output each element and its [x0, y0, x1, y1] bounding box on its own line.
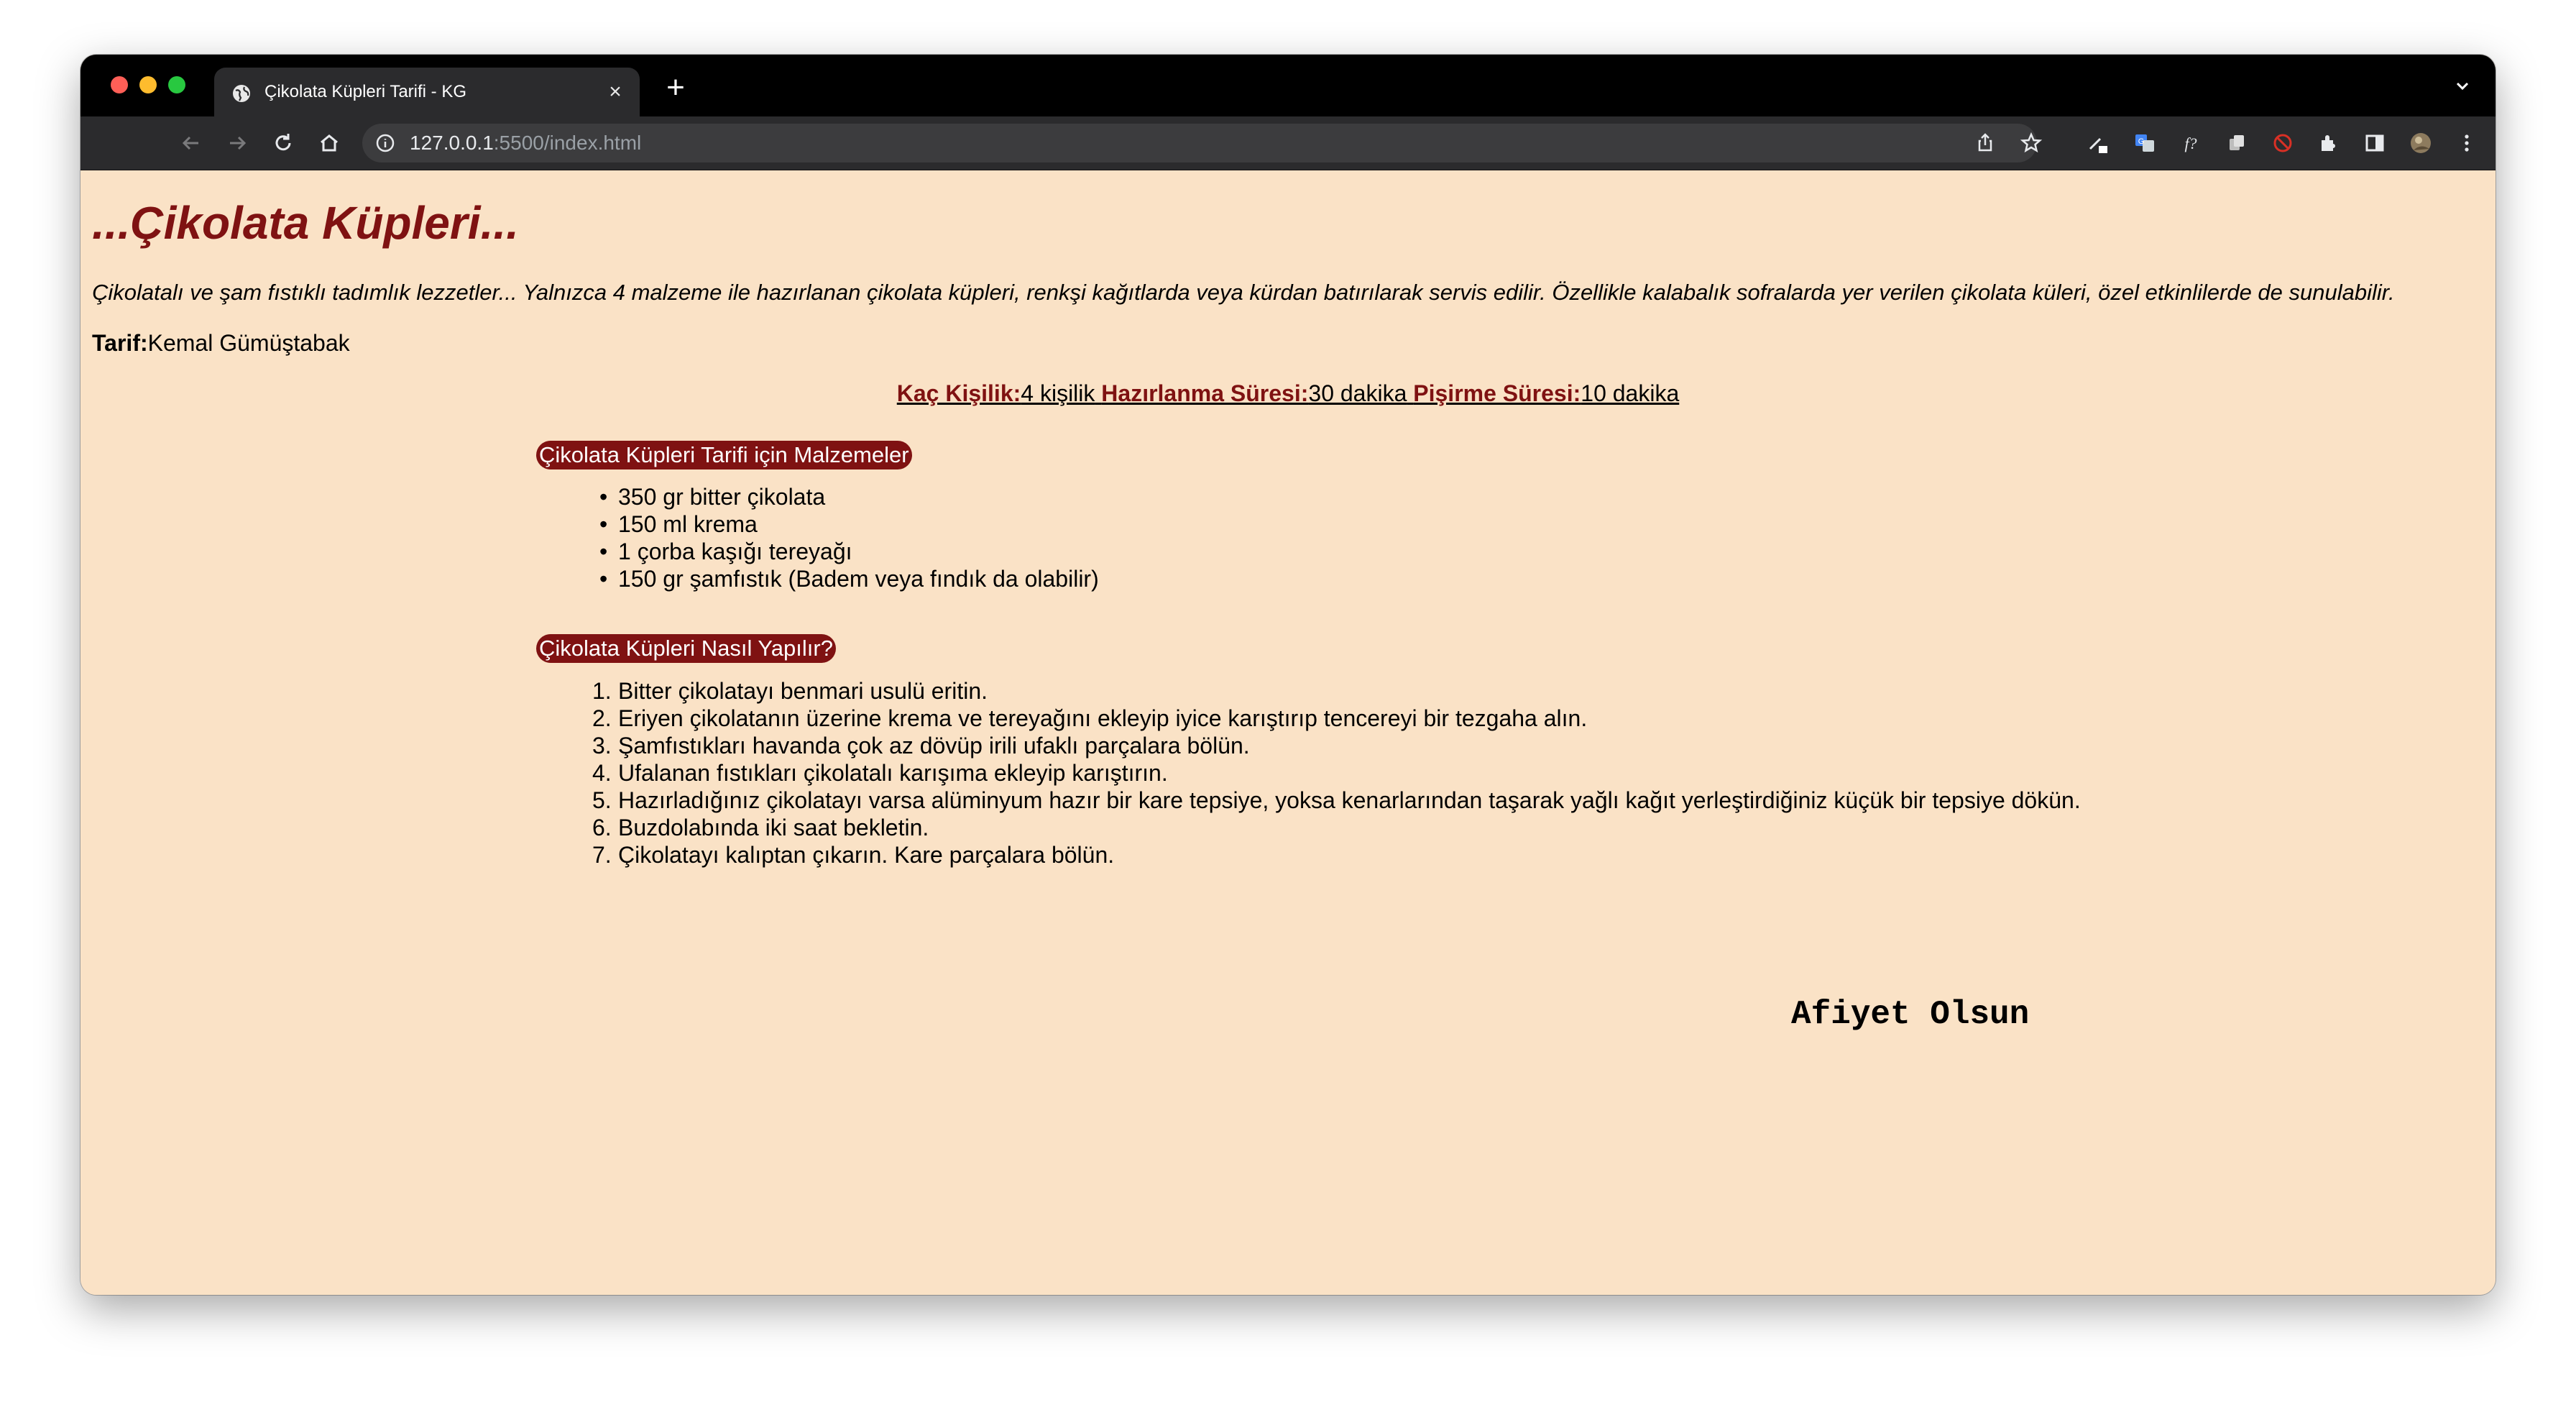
cook-time-label: Pişirme Süresi: [1413, 380, 1581, 406]
step-text: Çikolatayı kalıptan çıkarın. Kare parçal… [618, 842, 1115, 868]
intro-text: Çikolatalı ve şam fıstıklı tadımlık lezz… [92, 280, 2395, 305]
list-item: 1 çorba kaşığı tereyağı [599, 538, 1099, 565]
prep-time-value: 30 dakika [1308, 380, 1407, 406]
side-panel-icon[interactable] [2362, 130, 2388, 156]
list-item: 7. Çikolatayı kalıptan çıkarın. Kare parç… [592, 841, 2081, 869]
star-icon[interactable] [2018, 130, 2044, 156]
list-item: 4. Ufalanan fıstıkları çikolatalı karışım… [592, 759, 2081, 787]
pen-extension-icon[interactable] [2086, 130, 2112, 156]
list-item: 2. Eriyen çikolatanın üzerine krema ve te… [592, 705, 2081, 732]
translate-icon[interactable]: G [2132, 130, 2158, 156]
step-text: Ufalanan fıstıkları çikolatalı karışıma … [618, 760, 1168, 786]
close-icon[interactable]: × [604, 81, 627, 104]
list-item: 350 gr bitter çikolata [599, 483, 1099, 510]
svg-text:f?: f? [2184, 134, 2196, 152]
ingredients-list: 350 gr bitter çikolata 150 ml krema 1 ço… [599, 483, 1099, 592]
prep-time-label: Hazırlanma Süresi: [1101, 380, 1309, 406]
cook-time-value: 10 dakika [1581, 380, 1680, 406]
step-number: 1. [592, 678, 612, 704]
step-number: 2. [592, 705, 612, 731]
step-number: 6. [592, 815, 612, 840]
ingredients-heading: Çikolata Küpleri Tarifi için Malzemeler [536, 441, 912, 469]
page-content: ...Çikolata Küpleri... Çikolatalı ve şam… [80, 170, 2496, 1295]
formula-icon[interactable]: f? [2178, 130, 2204, 156]
author-label: Tarif: [92, 330, 148, 356]
close-window-button[interactable] [111, 76, 128, 93]
globe-icon [233, 85, 250, 102]
more-vertical-icon[interactable] [2454, 130, 2480, 156]
list-item: 1. Bitter çikolatayı benmari usulü eritin… [592, 677, 2081, 705]
puzzle-icon[interactable] [2316, 130, 2342, 156]
tab-strip: Çikolata Küpleri Tarifi - KG × + [80, 55, 2496, 116]
servings-value: 4 kişilik [1021, 380, 1095, 406]
step-text: Eriyen çikolatanın üzerine krema ve tere… [618, 705, 1588, 731]
avatar[interactable] [2408, 130, 2434, 156]
author-name: Kemal Gümüştabak [147, 330, 350, 356]
chevron-down-icon[interactable] [2450, 73, 2475, 99]
minimize-window-button[interactable] [139, 76, 157, 93]
step-text: Buzdolabında iki saat bekletin. [618, 815, 929, 840]
step-text: Hazırladığınız çikolatayı varsa alüminyu… [618, 787, 2081, 813]
recipe-meta: Kaç Kişilik:4 kişilik Hazırlanma Süresi:… [80, 380, 2496, 407]
svg-text:G: G [2138, 137, 2145, 146]
new-tab-button[interactable]: + [660, 72, 691, 105]
forward-arrow-icon[interactable] [224, 130, 250, 156]
list-item: 3. Şamfıstıkları havanda çok az dövüp iri… [592, 732, 2081, 759]
list-item: 150 ml krema [599, 510, 1099, 538]
page-title: ...Çikolata Küpleri... [92, 197, 519, 249]
author-line: Tarif:Kemal Gümüştabak [92, 330, 350, 357]
step-number: 3. [592, 733, 612, 759]
steps-list: 1. Bitter çikolatayı benmari usulü eritin… [592, 677, 2081, 869]
browser-toolbar: 127.0.0.1:5500/index.html G f? [80, 116, 2496, 170]
list-item: 6. Buzdolabında iki saat bekletin. [592, 814, 2081, 841]
signoff-text: Afiyet Olsun [1791, 996, 2030, 1033]
maximize-window-button[interactable] [168, 76, 185, 93]
step-number: 7. [592, 842, 612, 868]
share-icon[interactable] [1972, 130, 1998, 156]
list-item: 150 gr şamfıstık (Badem veya fındık da o… [599, 565, 1099, 592]
url-host: 127.0.0.1 [410, 132, 494, 154]
url-path: :5500/index.html [493, 132, 642, 154]
info-icon[interactable] [375, 133, 395, 153]
browser-window: Çikolata Küpleri Tarifi - KG × + 127.0.0 [80, 55, 2496, 1295]
steps-heading: Çikolata Küpleri Nasıl Yapılır? [536, 634, 836, 663]
copy-extension-icon[interactable] [2224, 130, 2250, 156]
step-text: Bitter çikolatayı benmari usulü eritin. [618, 678, 988, 704]
url-text: 127.0.0.1:5500/index.html [410, 124, 641, 162]
block-icon[interactable] [2270, 130, 2296, 156]
step-number: 5. [592, 787, 612, 813]
tab-active[interactable]: Çikolata Küpleri Tarifi - KG × [214, 68, 640, 116]
servings-label: Kaç Kişilik: [896, 380, 1021, 406]
home-icon[interactable] [316, 130, 342, 156]
tab-title: Çikolata Küpleri Tarifi - KG [264, 82, 466, 101]
address-bar[interactable]: 127.0.0.1:5500/index.html [362, 124, 2043, 162]
step-text: Şamfıstıkları havanda çok az dövüp irili… [618, 733, 1250, 759]
list-item: 5. Hazırladığınız çikolatayı varsa alümin… [592, 787, 2081, 814]
back-arrow-icon[interactable] [178, 130, 204, 156]
step-number: 4. [592, 760, 612, 786]
reload-icon[interactable] [270, 130, 296, 156]
